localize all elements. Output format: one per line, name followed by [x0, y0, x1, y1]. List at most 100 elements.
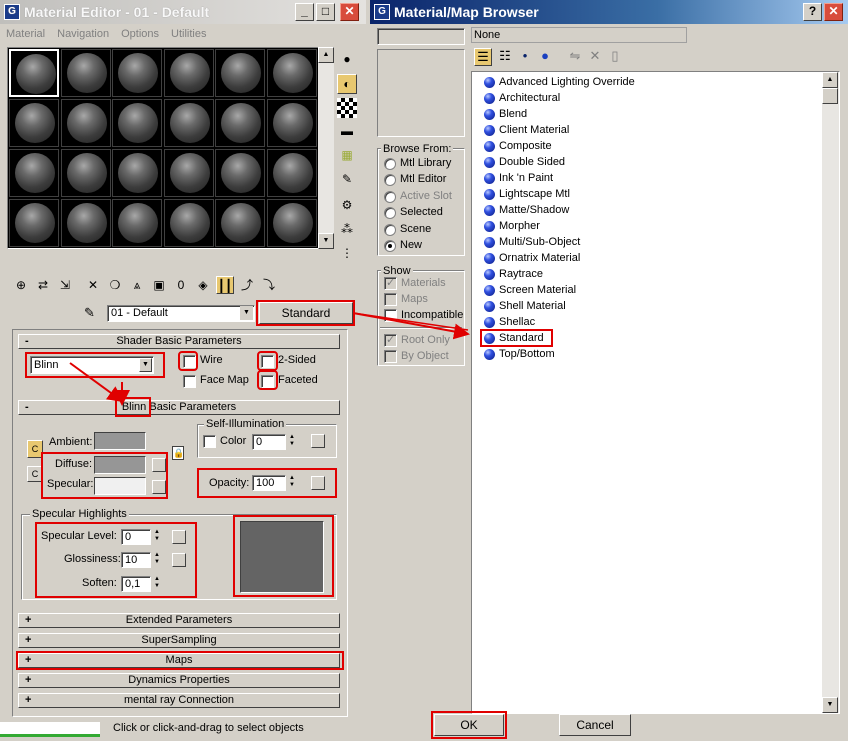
background-checker-icon[interactable]	[337, 98, 357, 118]
sample-slot[interactable]	[60, 99, 111, 147]
browse-from-radio[interactable]	[384, 190, 396, 203]
browse-from-radio[interactable]	[384, 240, 396, 252]
shader-basic-params-header[interactable]: - Shader Basic Parameters	[18, 334, 340, 349]
self-illum-spinner[interactable]: ▲ ▼	[287, 434, 297, 450]
maximize-button[interactable]: □	[316, 3, 335, 21]
update-scene-materials-icon[interactable]: ⇋	[568, 48, 582, 68]
sample-slot[interactable]	[112, 49, 162, 97]
sample-slot[interactable]	[163, 199, 214, 247]
sample-slot[interactable]	[266, 149, 317, 197]
list-scroll-thumb[interactable]	[822, 88, 838, 104]
backlight-icon[interactable]: ◐	[337, 74, 357, 94]
list-item[interactable]: Shellac	[484, 314, 535, 330]
mental-ray-connection-rollout[interactable]: + mental ray Connection	[18, 693, 340, 708]
sample-slot[interactable]	[60, 49, 111, 97]
root-only-checkbox[interactable]	[384, 333, 397, 347]
sample-slot[interactable]	[163, 149, 214, 197]
extended-parameters-rollout[interactable]: + Extended Parameters	[18, 613, 340, 628]
by-object-checkbox[interactable]	[384, 350, 397, 363]
menu-navigation[interactable]: Navigation	[51, 24, 115, 44]
sample-slot[interactable]	[9, 199, 59, 247]
sample-slot[interactable]	[163, 99, 214, 147]
list-item[interactable]: Ink 'n Paint	[484, 170, 553, 186]
reset-map-icon[interactable]: ✕	[84, 276, 102, 294]
ambient-diffuse-lock-icon[interactable]: 🔒	[172, 446, 184, 460]
clear-library-icon[interactable]: ▯	[608, 48, 622, 68]
put-to-scene-icon[interactable]: ⇄	[34, 276, 52, 294]
menu-material[interactable]: Material	[0, 24, 51, 44]
sample-slot[interactable]	[163, 49, 214, 97]
sample-slot[interactable]	[60, 149, 111, 197]
list-item[interactable]: Shell Material	[484, 298, 566, 314]
get-material-icon[interactable]: ⊕	[12, 276, 30, 294]
scroll-down-arrow[interactable]: ▼	[318, 233, 334, 249]
list-scroll-up-arrow[interactable]: ▲	[822, 72, 838, 88]
delete-from-library-icon[interactable]: ✕	[588, 48, 602, 68]
sample-slot[interactable]	[266, 99, 317, 147]
face-map-checkbox[interactable]	[183, 375, 196, 388]
help-button[interactable]: ?	[803, 3, 822, 21]
sample-slot[interactable]	[112, 149, 162, 197]
material-effects-channel-icon[interactable]: 0	[172, 276, 190, 294]
show-maps-checkbox[interactable]	[384, 293, 397, 306]
browse-from-radio[interactable]	[384, 223, 396, 236]
sample-slot[interactable]	[60, 199, 111, 247]
make-preview-icon[interactable]: ✎	[337, 170, 357, 190]
material-name-dropdown[interactable]: 01 - Default ▼	[107, 305, 255, 322]
video-color-check-icon[interactable]: ▦	[337, 146, 357, 166]
ambient-color-swatch[interactable]	[94, 432, 146, 450]
list-item[interactable]: Composite	[484, 138, 552, 154]
sample-slot[interactable]	[112, 199, 162, 247]
show-map-in-viewport-icon[interactable]: ◈	[194, 276, 212, 294]
view-list-icons-icon[interactable]: ☷	[498, 48, 512, 68]
list-item[interactable]: Morpher	[484, 218, 540, 234]
list-item[interactable]: Advanced Lighting Override	[484, 74, 635, 90]
view-large-icons-icon[interactable]: ●	[538, 48, 552, 68]
minimize-button[interactable]: _	[295, 3, 314, 21]
list-scroll-down-arrow[interactable]: ▼	[822, 697, 838, 713]
sample-slot[interactable]	[112, 99, 162, 147]
menu-options[interactable]: Options	[115, 24, 165, 44]
browser-list-scrollbar[interactable]: ▲ ▼	[822, 72, 839, 713]
select-by-material-icon[interactable]: ⁂	[337, 220, 357, 240]
self-illum-value-field[interactable]: 0	[252, 434, 286, 450]
list-item[interactable]: Screen Material	[484, 282, 576, 298]
show-end-result-icon[interactable]: ┃┃	[216, 276, 234, 294]
sample-type-icon[interactable]: ●	[337, 50, 357, 70]
list-item[interactable]: Client Material	[484, 122, 569, 138]
view-list-icon[interactable]: ☰	[474, 48, 492, 66]
scroll-up-arrow[interactable]: ▲	[318, 47, 334, 63]
material-map-navigator-icon[interactable]: ⋮	[337, 244, 357, 264]
sample-slot[interactable]	[9, 149, 59, 197]
list-item[interactable]: Double Sided	[484, 154, 565, 170]
browser-search-input[interactable]	[377, 28, 465, 45]
sample-slot[interactable]	[215, 99, 265, 147]
browse-from-radio[interactable]	[384, 158, 396, 170]
list-item[interactable]: Raytrace	[484, 266, 543, 282]
make-unique-icon[interactable]: ⩓	[128, 276, 146, 294]
close-button[interactable]: ✕	[340, 3, 359, 21]
sample-slot[interactable]	[266, 199, 317, 247]
supersampling-rollout[interactable]: + SuperSampling	[18, 633, 340, 648]
options-icon[interactable]: ⚙	[337, 196, 357, 216]
go-forward-to-sibling-icon[interactable]: ⤵	[260, 276, 278, 294]
list-item[interactable]: Multi/Sub-Object	[484, 234, 580, 250]
show-incompatible-checkbox[interactable]	[384, 309, 397, 322]
list-item[interactable]: Top/Bottom	[484, 346, 555, 362]
sample-slot[interactable]	[215, 149, 265, 197]
blinn-basic-params-header[interactable]: - Blinn Basic Parameters	[18, 400, 340, 415]
status-input[interactable]	[0, 722, 100, 737]
make-copy-icon[interactable]: ❍	[106, 276, 124, 294]
sample-uv-tiling-icon[interactable]: ▬	[337, 122, 357, 142]
sample-slot[interactable]	[9, 49, 59, 97]
go-to-parent-icon[interactable]: ⤴	[238, 276, 256, 294]
list-item[interactable]: Ornatrix Material	[484, 250, 580, 266]
sample-slot[interactable]	[9, 99, 59, 147]
self-illum-map-button[interactable]	[311, 434, 325, 448]
cancel-button[interactable]: Cancel	[559, 714, 631, 736]
show-materials-checkbox[interactable]	[384, 276, 397, 290]
list-item[interactable]: Blend	[484, 106, 527, 122]
view-small-icons-icon[interactable]: •	[518, 48, 532, 68]
list-item[interactable]: Matte/Shadow	[484, 202, 569, 218]
put-to-library-icon[interactable]: ▣	[150, 276, 168, 294]
